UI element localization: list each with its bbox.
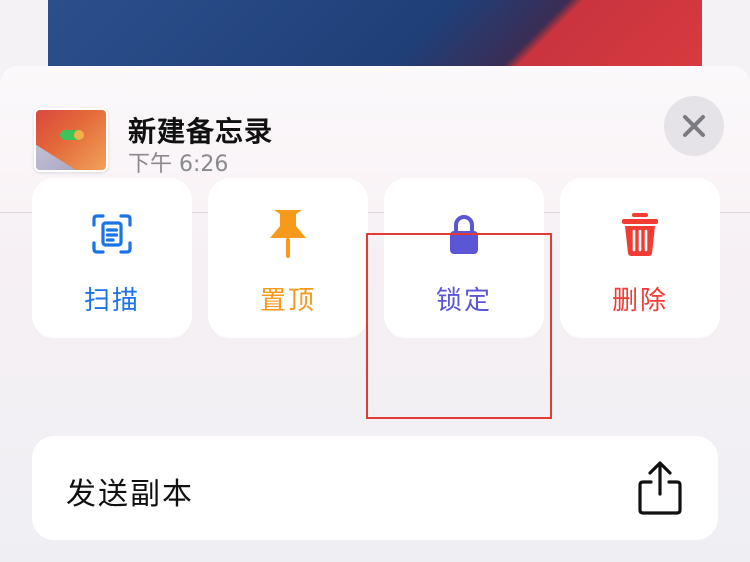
selection-highlight: [366, 233, 552, 419]
close-icon: [683, 115, 705, 137]
send-copy-button[interactable]: 发送副本: [32, 436, 718, 540]
pin-icon: [270, 210, 306, 258]
pin-button[interactable]: 置顶: [208, 178, 368, 338]
note-title: 新建备忘录: [128, 115, 274, 148]
trash-icon: [622, 213, 658, 256]
note-time: 下午 6:26: [128, 152, 229, 177]
scan-label: 扫描: [83, 286, 140, 316]
note-thumbnail: [34, 108, 108, 172]
delete-button[interactable]: 删除: [560, 178, 720, 338]
send-copy-label: 发送副本: [66, 477, 194, 512]
delete-label: 删除: [611, 286, 668, 316]
close-button[interactable]: [664, 96, 724, 156]
scan-document-icon: [92, 214, 132, 254]
pin-label: 置顶: [259, 286, 316, 316]
scan-button[interactable]: 扫描: [32, 178, 192, 338]
share-icon: [638, 461, 682, 515]
